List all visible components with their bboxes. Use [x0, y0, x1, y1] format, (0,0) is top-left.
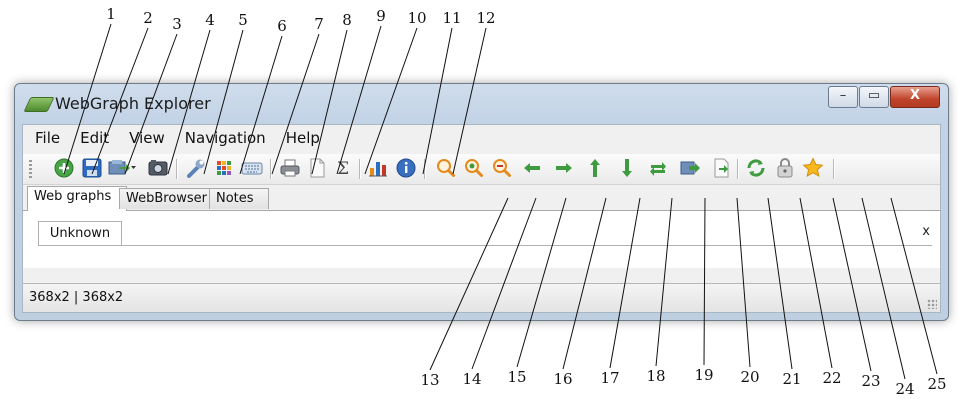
close-button[interactable]: X — [890, 86, 940, 108]
callout-15: 15 — [507, 368, 527, 386]
tab-webbrowser[interactable]: WebBrowser — [119, 188, 217, 209]
menu-help[interactable]: Help — [276, 129, 330, 147]
toolbar-separator — [270, 159, 272, 179]
save-icon[interactable] — [81, 157, 103, 179]
callout-22: 22 — [822, 369, 842, 387]
menu-edit[interactable]: Edit — [70, 129, 119, 147]
toolbar-separator — [359, 159, 361, 179]
toolbar: Σ — [23, 154, 940, 185]
export-dropdown-icon[interactable] — [107, 157, 137, 179]
lock-icon[interactable] — [774, 157, 796, 179]
tab-notes[interactable]: Notes — [209, 188, 269, 209]
subtab-unknown[interactable]: Unknown — [38, 221, 122, 246]
svg-text:Σ: Σ — [337, 159, 349, 179]
forward-page-icon[interactable] — [679, 157, 701, 179]
callout-5: 5 — [238, 11, 248, 29]
maximize-button[interactable]: ▭ — [859, 86, 889, 108]
screenshot-icon[interactable] — [147, 157, 169, 179]
resize-grip-icon[interactable] — [927, 299, 937, 309]
callout-10: 10 — [407, 9, 427, 27]
tab-web-graphs[interactable]: Web graphs — [27, 186, 127, 211]
next-page-icon[interactable] — [711, 157, 733, 179]
subtab-divider — [38, 245, 932, 246]
callout-20: 20 — [740, 368, 760, 386]
zoom-icon[interactable] — [435, 157, 457, 179]
callout-4: 4 — [205, 11, 215, 29]
callout-2: 2 — [143, 9, 153, 27]
callout-18: 18 — [646, 367, 666, 385]
minimize-icon: – — [839, 88, 847, 103]
print-icon[interactable] — [279, 157, 301, 179]
arrow-down-icon[interactable] — [616, 157, 638, 179]
callout-3: 3 — [172, 15, 182, 33]
color-grid-icon[interactable] — [213, 157, 235, 179]
star-icon[interactable] — [802, 157, 824, 179]
sigma-icon[interactable]: Σ — [332, 157, 354, 179]
maximize-icon: ▭ — [867, 88, 881, 103]
callout-8: 8 — [342, 11, 352, 29]
web-graphs-panel: Unknown x — [23, 211, 940, 268]
window-title: WebGraph Explorer — [55, 94, 211, 113]
callout-9: 9 — [376, 7, 386, 25]
callout-7: 7 — [314, 15, 324, 33]
menu-bar: File Edit View Navigation Help — [23, 125, 940, 151]
callout-23: 23 — [861, 372, 881, 390]
wrench-icon[interactable] — [185, 157, 207, 179]
callout-1: 1 — [106, 5, 116, 23]
status-bar: 368x2 | 368x2 — [23, 283, 940, 312]
callout-16: 16 — [553, 370, 573, 388]
callout-25: 25 — [927, 375, 947, 393]
refresh-icon[interactable] — [745, 157, 767, 179]
callout-17: 17 — [600, 369, 620, 387]
toolbar-separator — [833, 159, 835, 179]
main-tab-strip: Web graphs WebBrowser Notes — [23, 186, 940, 211]
arrow-left-icon[interactable] — [521, 157, 543, 179]
swap-icon[interactable] — [647, 157, 669, 179]
menu-view[interactable]: View — [119, 129, 175, 147]
zoom-in-icon[interactable] — [463, 157, 485, 179]
menu-navigation[interactable]: Navigation — [175, 129, 276, 147]
toolbar-separator — [424, 159, 426, 179]
arrow-right-icon[interactable] — [553, 157, 575, 179]
arrow-up-icon[interactable] — [584, 157, 606, 179]
zoom-out-icon[interactable] — [491, 157, 513, 179]
callout-14: 14 — [462, 370, 482, 388]
info-icon[interactable] — [395, 157, 417, 179]
client-area: File Edit View Navigation Help Σ Web gra… — [22, 124, 941, 313]
menu-file[interactable]: File — [23, 129, 70, 147]
webgraph-explorer-window: WebGraph Explorer – ▭ X File Edit View N… — [14, 83, 949, 321]
app-logo-icon — [23, 97, 55, 112]
callout-11: 11 — [442, 9, 462, 27]
callout-12: 12 — [476, 9, 496, 27]
toolbar-separator — [737, 159, 739, 179]
close-icon: X — [909, 88, 921, 103]
callout-6: 6 — [277, 17, 287, 35]
callout-21: 21 — [782, 370, 802, 388]
add-icon[interactable] — [53, 157, 75, 179]
callout-13: 13 — [420, 371, 440, 389]
callout-24: 24 — [895, 380, 915, 398]
status-text: 368x2 | 368x2 — [29, 290, 124, 305]
callout-19: 19 — [694, 366, 714, 384]
window-controls: – ▭ X — [827, 86, 940, 108]
close-subtab-icon[interactable]: x — [922, 224, 930, 239]
keyboard-icon[interactable] — [241, 157, 263, 179]
bar-chart-icon[interactable] — [367, 157, 389, 179]
toolbar-separator — [176, 159, 178, 179]
minimize-button[interactable]: – — [828, 86, 858, 108]
toolbar-grip[interactable] — [29, 160, 32, 178]
title-bar[interactable]: WebGraph Explorer – ▭ X — [15, 84, 948, 124]
blank-page-icon[interactable] — [306, 157, 328, 179]
